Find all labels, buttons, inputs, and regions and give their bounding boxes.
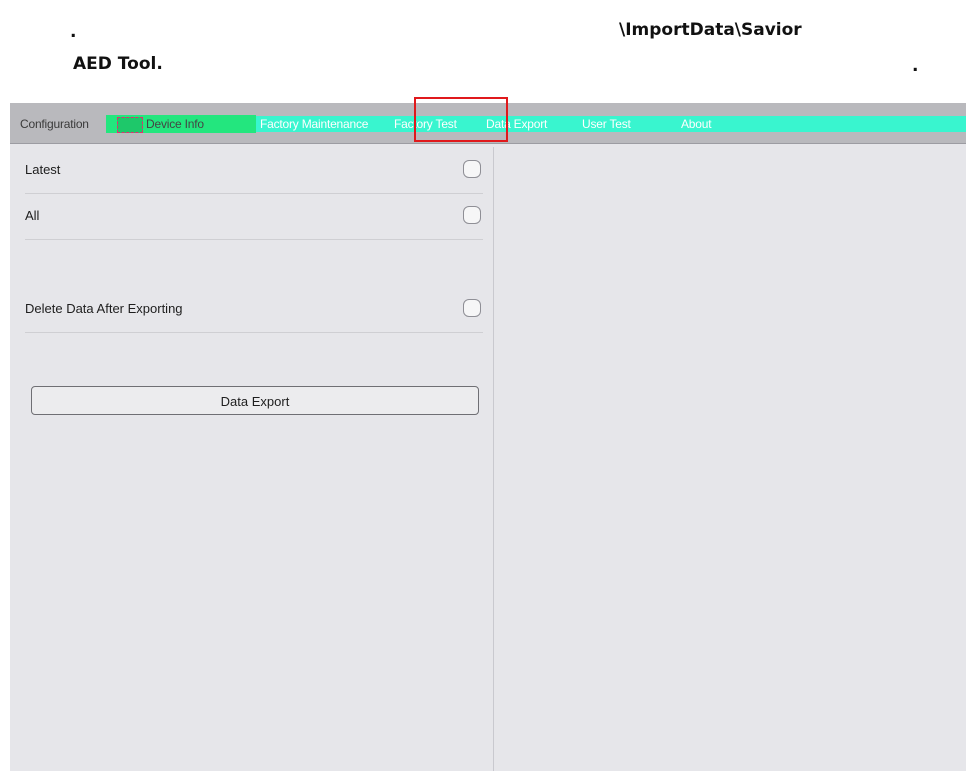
option-row-latest: Latest — [25, 147, 483, 194]
option-row-delete: Delete Data After Exporting — [25, 286, 483, 333]
menu-bar: Configuration Device Info Factory Mainte… — [10, 97, 966, 144]
latest-label: Latest — [25, 162, 61, 177]
document-dot-left: . — [70, 22, 77, 42]
tab-factory-maintenance[interactable]: Factory Maintenance — [260, 116, 368, 132]
export-options-panel: Latest All Delete Data After Exporting D… — [10, 147, 494, 771]
aed-tool-window: Configuration Device Info Factory Mainte… — [10, 97, 966, 771]
tab-device-info[interactable]: Device Info — [146, 116, 204, 132]
all-checkbox[interactable] — [463, 206, 481, 224]
tab-user-test[interactable]: User Test — [582, 116, 631, 132]
all-label: All — [25, 208, 40, 223]
tab-about[interactable]: About — [681, 116, 712, 132]
tab-configuration[interactable]: Configuration — [20, 116, 89, 132]
document-path-text: \ImportData\Savior — [619, 20, 802, 40]
delete-after-export-checkbox[interactable] — [463, 299, 481, 317]
device-icon — [117, 117, 143, 133]
latest-checkbox[interactable] — [463, 160, 481, 178]
option-row-all: All — [25, 193, 483, 240]
document-aed-text: AED Tool. — [73, 54, 163, 74]
delete-after-export-label: Delete Data After Exporting — [25, 301, 183, 316]
annotation-highlight-box — [414, 97, 508, 142]
data-export-button[interactable]: Data Export — [31, 386, 479, 415]
document-dot-right: . — [912, 56, 919, 76]
